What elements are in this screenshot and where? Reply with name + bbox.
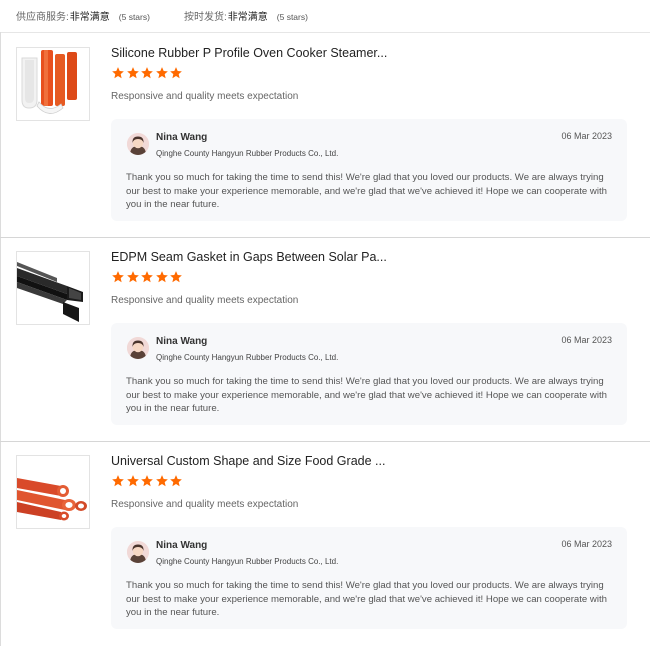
- supplier-service-stars: (5 stars): [118, 12, 150, 22]
- avatar-icon: [127, 337, 149, 359]
- star-icon: [111, 270, 126, 284]
- star-rating: [111, 474, 184, 490]
- product-thumbnail[interactable]: [16, 47, 90, 121]
- star-icon: [111, 66, 126, 80]
- supplier-service-label: 供应商服务:: [16, 12, 69, 23]
- reply-author: Nina Wang: [156, 336, 208, 347]
- star-icon: [140, 474, 155, 488]
- star-icon: [169, 270, 184, 284]
- avatar-icon: [127, 541, 149, 563]
- product-title[interactable]: Universal Custom Shape and Size Food Gra…: [111, 454, 531, 468]
- star-icon: [111, 474, 126, 488]
- star-icon: [126, 474, 141, 488]
- avatar: [127, 337, 149, 359]
- review-comment: Responsive and quality meets expectation: [111, 295, 299, 306]
- star-icon: [140, 270, 155, 284]
- star-rating: [111, 66, 184, 82]
- reply-author: Nina Wang: [156, 132, 208, 143]
- star-icon: [169, 66, 184, 80]
- product-thumbnail[interactable]: [16, 251, 90, 325]
- reply-text: Thank you so much for taking the time to…: [126, 172, 607, 211]
- star-icon: [169, 474, 184, 488]
- product-title[interactable]: Silicone Rubber P Profile Oven Cooker St…: [111, 46, 531, 60]
- review-item: EDPM Seam Gasket in Gaps Between Solar P…: [0, 237, 650, 442]
- avatar: [127, 133, 149, 155]
- red-silicone-tubes-icon: [17, 456, 89, 528]
- supplier-service-rating: 供应商服务:非常满意 (5 stars): [16, 8, 150, 23]
- reply-company: Qinghe County Hangyun Rubber Products Co…: [156, 353, 339, 362]
- star-icon: [155, 66, 170, 80]
- avatar-icon: [127, 133, 149, 155]
- reply-text: Thank you so much for taking the time to…: [126, 580, 607, 619]
- supplier-reply: Nina Wang Qinghe County Hangyun Rubber P…: [111, 323, 627, 425]
- reply-company: Qinghe County Hangyun Rubber Products Co…: [156, 557, 339, 566]
- reply-date: 06 Mar 2023: [561, 335, 612, 345]
- star-icon: [155, 474, 170, 488]
- reply-date: 06 Mar 2023: [561, 539, 612, 549]
- star-icon: [126, 270, 141, 284]
- divider: [0, 441, 650, 442]
- star-icon: [140, 66, 155, 80]
- review-comment: Responsive and quality meets expectation: [111, 91, 299, 102]
- reply-date: 06 Mar 2023: [561, 131, 612, 141]
- supplier-reply: Nina Wang Qinghe County Hangyun Rubber P…: [111, 527, 627, 629]
- product-title[interactable]: EDPM Seam Gasket in Gaps Between Solar P…: [111, 250, 531, 264]
- star-rating: [111, 270, 184, 286]
- supplier-service-value: 非常满意: [69, 12, 110, 23]
- reply-text: Thank you so much for taking the time to…: [126, 376, 607, 415]
- divider: [0, 237, 650, 238]
- review-comment: Responsive and quality meets expectation: [111, 499, 299, 510]
- on-time-delivery-rating: 按时发货:非常满意 (5 stars): [184, 8, 308, 23]
- review-item: Silicone Rubber P Profile Oven Cooker St…: [0, 33, 650, 238]
- on-time-delivery-stars: (5 stars): [276, 12, 308, 22]
- supplier-reply: Nina Wang Qinghe County Hangyun Rubber P…: [111, 119, 627, 221]
- reply-company: Qinghe County Hangyun Rubber Products Co…: [156, 149, 339, 158]
- star-icon: [155, 270, 170, 284]
- reply-author: Nina Wang: [156, 540, 208, 551]
- product-thumbnail[interactable]: [16, 455, 90, 529]
- star-icon: [126, 66, 141, 80]
- black-epdm-gasket-icon: [17, 252, 89, 324]
- white-orange-silicone-profile-icon: [17, 48, 89, 120]
- on-time-delivery-label: 按时发货:: [184, 12, 227, 23]
- review-item: Universal Custom Shape and Size Food Gra…: [0, 441, 650, 646]
- on-time-delivery-value: 非常满意: [227, 12, 268, 23]
- avatar: [127, 541, 149, 563]
